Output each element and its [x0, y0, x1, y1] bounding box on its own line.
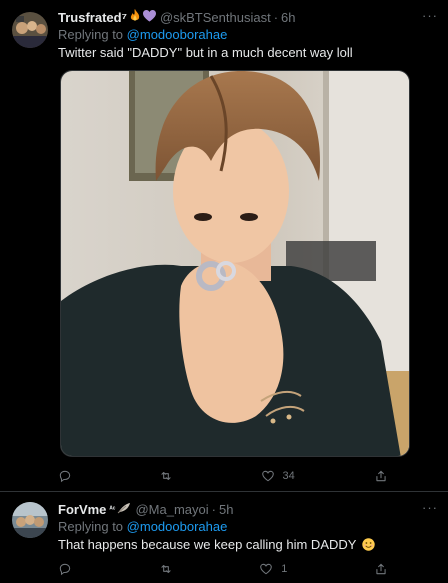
tweet-header: ForVme ᴬᶜ @Ma_mayoi · 5h [58, 500, 438, 518]
tweet-text: Twitter said "DADDY" but in a much decen… [58, 45, 353, 60]
tweet-actions: 34 [58, 466, 388, 486]
mention-link[interactable]: @modooborahae [127, 27, 228, 42]
share-icon [376, 470, 386, 482]
tweet-text: That happens because we keep calling him… [58, 536, 438, 554]
like-count: 34 [282, 470, 295, 482]
reply-button[interactable] [58, 562, 72, 576]
retweet-icon [161, 564, 171, 574]
smiling-face-icon [362, 538, 375, 556]
retweet-button[interactable] [159, 469, 181, 483]
like-button[interactable]: 34 [261, 469, 295, 483]
like-button[interactable]: 1 [259, 562, 287, 576]
reply-button[interactable] [58, 469, 80, 483]
like-count: 1 [281, 563, 288, 575]
reply-icon [59, 563, 71, 576]
more-options-icon[interactable]: ··· [422, 500, 438, 515]
separator-dot: · [211, 501, 216, 517]
replying-prefix: Replying to [58, 27, 124, 42]
timestamp[interactable]: 5h [219, 502, 233, 517]
timestamp[interactable]: 6h [281, 10, 295, 25]
replying-to: Replying to @modooborahae [58, 26, 438, 44]
mention-link[interactable]: @modooborahae [127, 519, 228, 534]
tweet-header: Trusfrated⁷ @skBTSenthusiast · 6h [58, 8, 438, 26]
retweet-button[interactable] [159, 562, 173, 576]
handle[interactable]: @Ma_mayoi [135, 502, 208, 517]
display-name[interactable]: ForVme [58, 502, 106, 517]
tweet-1[interactable]: Trusfrated⁷ @skBTSenthusiast · 6h ··· Re… [0, 0, 448, 492]
reply-icon [59, 470, 71, 483]
avatar[interactable] [12, 12, 48, 48]
retweet-icon [161, 471, 171, 481]
share-icon [376, 563, 386, 575]
display-name[interactable]: Trusfrated⁷ [58, 10, 127, 25]
separator-dot: · [273, 9, 279, 25]
handle[interactable]: @skBTSenthusiast [160, 10, 271, 25]
share-button[interactable] [374, 469, 388, 483]
replying-prefix: Replying to [58, 519, 124, 534]
tweet-2[interactable]: ForVme ᴬᶜ @Ma_mayoi · 5h ··· Replying to… [0, 492, 448, 583]
tweet-photo[interactable] [60, 70, 410, 457]
more-options-icon[interactable]: ··· [422, 8, 438, 23]
feather-icon [117, 502, 131, 517]
replying-to: Replying to @modooborahae [58, 518, 438, 536]
name-badge: ᴬᶜ [109, 505, 116, 513]
avatar[interactable] [12, 502, 48, 538]
tweet-actions: 1 [58, 559, 388, 579]
tweet-text-content: That happens because we keep calling him… [58, 537, 357, 552]
fire-emoji-icon [129, 9, 141, 25]
share-button[interactable] [374, 562, 388, 576]
tweet-body: ForVme ᴬᶜ @Ma_mayoi · 5h ··· Replying to… [58, 500, 438, 554]
tweet-body: Trusfrated⁷ @skBTSenthusiast · 6h ··· Re… [58, 8, 438, 62]
heart-icon [261, 470, 274, 482]
purple-heart-icon [142, 9, 156, 25]
heart-icon [260, 563, 273, 575]
